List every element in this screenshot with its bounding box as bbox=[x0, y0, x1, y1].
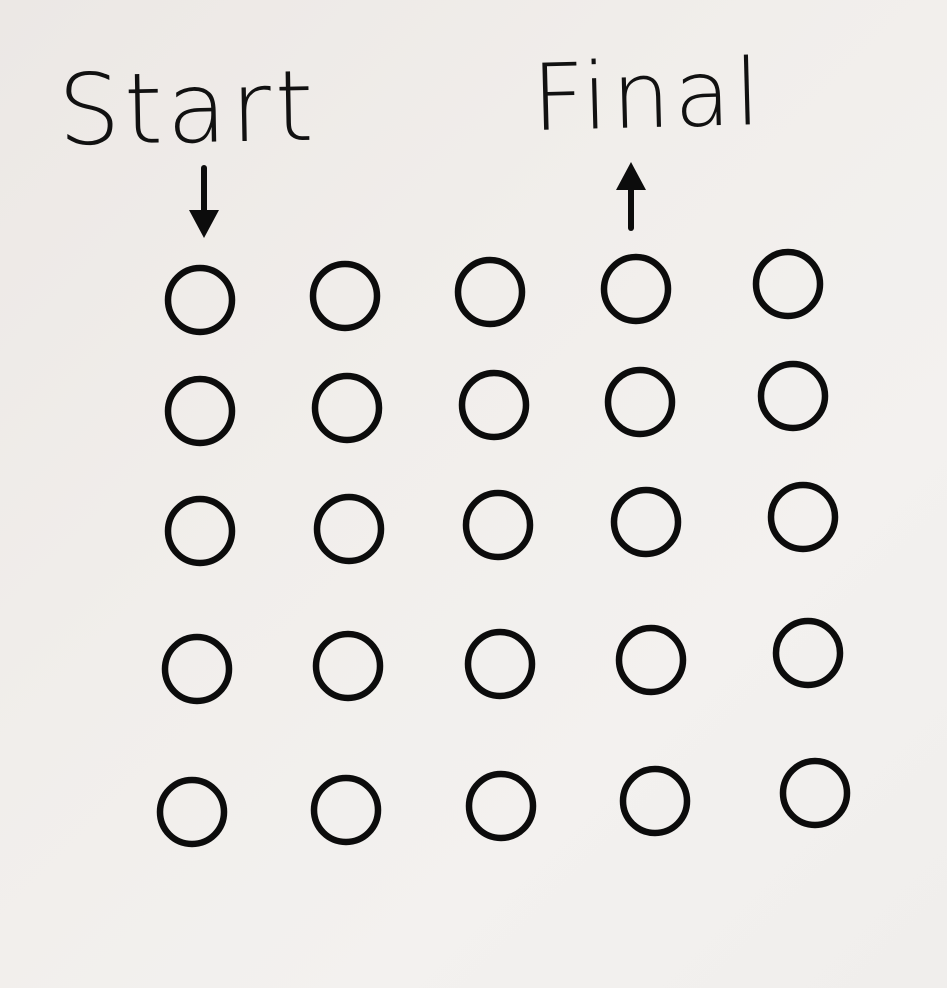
peg-circle-r5-c5[interactable] bbox=[779, 757, 851, 829]
peg-circle-r4-c5[interactable] bbox=[772, 617, 844, 689]
peg-circle-r4-c3[interactable] bbox=[464, 628, 536, 700]
peg-circle-r2-c3[interactable] bbox=[458, 369, 530, 441]
peg-circle-r3-c4[interactable] bbox=[610, 486, 682, 558]
down-arrow-icon bbox=[189, 165, 219, 238]
peg-grid bbox=[156, 162, 851, 848]
peg-circle-r1-c3[interactable] bbox=[454, 256, 526, 328]
peg-circle-r2-c1[interactable] bbox=[164, 375, 236, 447]
peg-circle-r4-c4[interactable] bbox=[615, 624, 687, 696]
peg-circle-r1-c2[interactable] bbox=[309, 260, 381, 332]
peg-circle-r3-c1[interactable] bbox=[164, 495, 236, 567]
peg-circle-r5-c2[interactable] bbox=[310, 774, 382, 846]
peg-circle-r5-c4[interactable] bbox=[619, 765, 691, 837]
peg-circle-r4-c1[interactable] bbox=[161, 633, 233, 705]
puzzle-sheet: Start Final bbox=[0, 0, 947, 988]
peg-circle-r5-c1[interactable] bbox=[156, 776, 228, 848]
peg-circle-r3-c3[interactable] bbox=[462, 489, 534, 561]
peg-circle-r3-c2[interactable] bbox=[313, 493, 385, 565]
peg-circle-r1-c4[interactable] bbox=[600, 253, 672, 325]
peg-circle-r2-c2[interactable] bbox=[311, 372, 383, 444]
up-arrow-icon bbox=[616, 162, 646, 231]
peg-circle-r5-c3[interactable] bbox=[465, 770, 537, 842]
peg-circle-r1-c5[interactable] bbox=[752, 248, 824, 320]
peg-circle-r2-c4[interactable] bbox=[604, 366, 676, 438]
peg-circle-r2-c5[interactable] bbox=[757, 360, 829, 432]
peg-circle-r1-c1[interactable] bbox=[164, 264, 236, 336]
peg-circle-r3-c5[interactable] bbox=[767, 481, 839, 553]
peg-circle-r4-c2[interactable] bbox=[312, 630, 384, 702]
